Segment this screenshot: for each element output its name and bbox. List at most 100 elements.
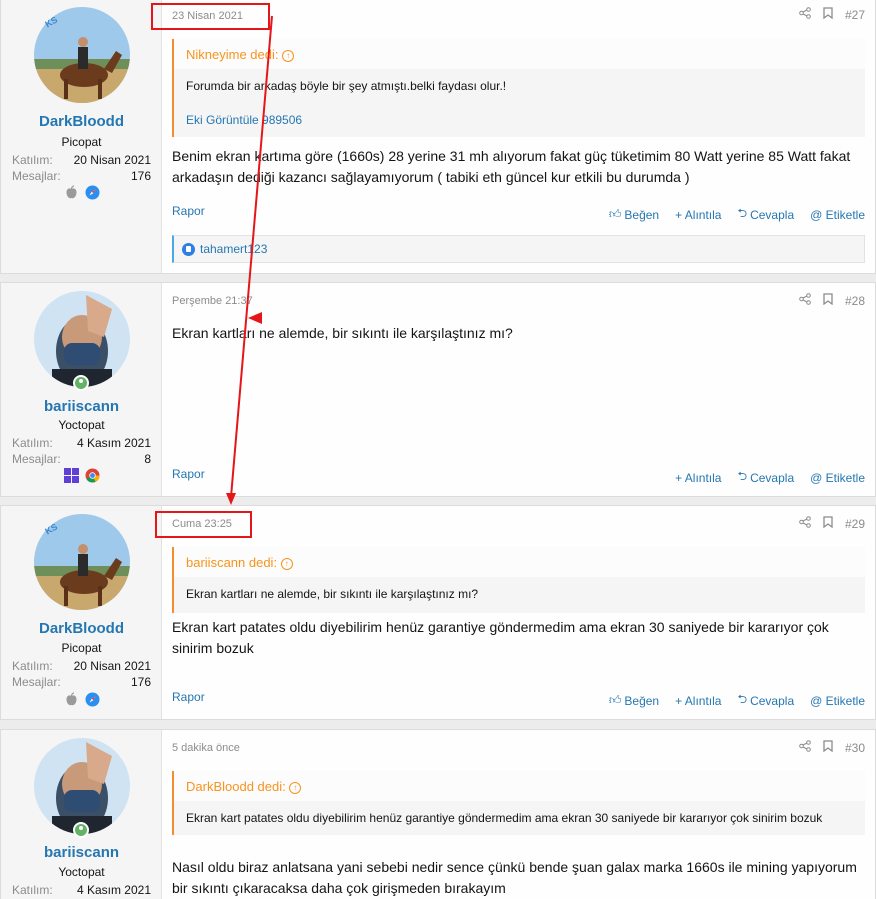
messages-value[interactable]: 8: [144, 452, 151, 466]
user-pane: KS DarkBloodd Picopat Katılım: 20 Nisan 2…: [1, 0, 162, 273]
post-date[interactable]: Perşembe 21:37: [172, 295, 253, 307]
reply-icon: ⮌: [737, 692, 748, 706]
user-title: Picopat: [61, 641, 102, 655]
tag-button[interactable]: @ Etiketle: [810, 690, 865, 711]
share-icon[interactable]: [799, 740, 811, 755]
post-main: 5 dakika önce #30 DarkBloodd dedi: ↑ Ekr…: [162, 730, 875, 899]
username[interactable]: DarkBloodd: [1, 113, 162, 130]
quote-button[interactable]: + Alıntıla: [675, 204, 721, 225]
username[interactable]: DarkBloodd: [1, 620, 162, 637]
online-indicator: [73, 375, 89, 391]
post-number[interactable]: #28: [845, 294, 865, 308]
avatar[interactable]: [34, 291, 130, 387]
reply-label: Cevapla: [750, 693, 795, 708]
post-28: bariiscann Yoctopat Katılım: 4 Kasım 2021…: [0, 282, 876, 497]
username[interactable]: bariiscann: [1, 398, 162, 415]
like-button[interactable]: 👍︎ Beğen: [609, 690, 659, 711]
joined-value: 20 Nisan 2021: [73, 153, 151, 167]
report-link[interactable]: Rapor: [172, 467, 205, 481]
apple-icon: [64, 692, 79, 707]
post-main: Cuma 23:25 #29 bariiscann dedi: ↑ Ekran …: [162, 506, 875, 719]
joined-stat: Katılım: 20 Nisan 2021: [12, 153, 151, 167]
quote-header[interactable]: Nikneyime dedi: ↑: [174, 39, 865, 69]
post-30: bariiscann Yoctopat Katılım: 4 Kasım 2021…: [0, 729, 876, 899]
user-title: Yoctopat: [58, 865, 105, 879]
like-label: Beğen: [624, 207, 660, 222]
quote-up-icon[interactable]: ↑: [282, 49, 295, 62]
platform-icons: [1, 692, 162, 707]
platform-icons: [1, 185, 162, 200]
attachment-link[interactable]: Eki Görüntüle 989506: [174, 107, 865, 137]
bookmark-icon[interactable]: [823, 740, 833, 755]
messages-stat: Mesajlar: 176: [12, 675, 151, 689]
post-message: Nasıl oldu biraz anlatsana yani sebebi n…: [172, 859, 857, 896]
quote-author[interactable]: bariiscann dedi:: [186, 555, 277, 570]
post-number[interactable]: #30: [845, 741, 865, 755]
post-top-icons: #28: [799, 293, 865, 308]
joined-label: Katılım:: [12, 883, 53, 897]
post-top-icons: #30: [799, 740, 865, 755]
joined-stat: Katılım: 20 Nisan 2021: [12, 659, 151, 673]
online-indicator: [73, 822, 89, 838]
post-date[interactable]: 5 dakika önce: [172, 742, 240, 754]
quote-block: bariiscann dedi: ↑ Ekran kartları ne ale…: [172, 547, 865, 613]
joined-label: Katılım:: [12, 153, 53, 167]
report-link[interactable]: Rapor: [172, 690, 205, 704]
report-link[interactable]: Rapor: [172, 204, 205, 218]
quote-text: Ekran kartları ne alemde, bir sıkıntı il…: [186, 587, 479, 601]
joined-stat: Katılım: 4 Kasım 2021: [12, 436, 151, 450]
quote-author[interactable]: DarkBloodd dedi:: [186, 779, 286, 794]
tag-button[interactable]: @ Etiketle: [810, 204, 865, 225]
messages-value[interactable]: 176: [131, 675, 151, 689]
quote-button[interactable]: + Alıntıla: [675, 690, 721, 711]
reply-icon: ⮌: [737, 469, 748, 483]
post-main: 23 Nisan 2021 #27 Nikneyime dedi: ↑ Foru…: [162, 0, 875, 273]
reply-label: Cevapla: [750, 207, 795, 222]
user-pane: bariiscann Yoctopat Katılım: 4 Kasım 2021…: [1, 283, 162, 496]
joined-label: Katılım:: [12, 659, 53, 673]
joined-label: Katılım:: [12, 436, 53, 450]
quote-up-icon[interactable]: ↑: [289, 781, 302, 794]
post-29: KS DarkBloodd Picopat Katılım: 20 Nisan 2…: [0, 505, 876, 720]
post-top-icons: #29: [799, 516, 865, 531]
username[interactable]: bariiscann: [1, 844, 162, 861]
joined-value: 20 Nisan 2021: [73, 659, 151, 673]
messages-stat: Mesajlar: 176: [12, 169, 151, 183]
reaction-users[interactable]: tahamert123: [200, 242, 267, 256]
quote-text: Ekran kart patates oldu diyebilirim henü…: [186, 811, 823, 825]
user-title: Yoctopat: [58, 418, 105, 432]
user-title: Picopat: [61, 135, 102, 149]
bookmark-icon[interactable]: [823, 7, 833, 22]
share-icon[interactable]: [799, 293, 811, 308]
share-icon[interactable]: [799, 516, 811, 531]
quote-button[interactable]: + Alıntıla: [675, 467, 721, 488]
user-pane: KS DarkBloodd Picopat Katılım: 20 Nisan 2…: [1, 506, 162, 719]
messages-label: Mesajlar:: [12, 675, 61, 689]
thumbs-up-icon: 👍︎: [608, 693, 622, 707]
reply-label: Cevapla: [750, 470, 795, 485]
share-icon[interactable]: [799, 7, 811, 22]
post-message: Benim ekran kartıma göre (1660s) 28 yeri…: [172, 148, 851, 185]
joined-value: 4 Kasım 2021: [76, 883, 151, 897]
quote-header[interactable]: DarkBloodd dedi: ↑: [174, 771, 865, 801]
joined-value: 4 Kasım 2021: [76, 436, 151, 450]
bookmark-icon[interactable]: [823, 516, 833, 531]
platform-icons: [1, 468, 162, 483]
tag-button[interactable]: @ Etiketle: [810, 467, 865, 488]
reply-button[interactable]: ⮌ Cevapla: [737, 690, 794, 711]
quote-header[interactable]: bariiscann dedi: ↑: [174, 547, 865, 577]
thumbs-up-icon: 👍︎: [608, 207, 622, 221]
post-number[interactable]: #27: [845, 8, 865, 22]
post-number[interactable]: #29: [845, 517, 865, 531]
bookmark-icon[interactable]: [823, 293, 833, 308]
messages-value[interactable]: 176: [131, 169, 151, 183]
like-button[interactable]: 👍︎ Beğen: [609, 204, 659, 225]
reply-button[interactable]: ⮌ Cevapla: [737, 467, 794, 488]
quote-author[interactable]: Nikneyime dedi:: [186, 47, 279, 62]
avatar[interactable]: [34, 738, 130, 834]
safari-icon: [85, 185, 100, 200]
windows-icon: [63, 468, 79, 483]
messages-label: Mesajlar:: [12, 452, 61, 466]
reply-button[interactable]: ⮌ Cevapla: [737, 204, 794, 225]
quote-up-icon[interactable]: ↑: [280, 557, 293, 570]
